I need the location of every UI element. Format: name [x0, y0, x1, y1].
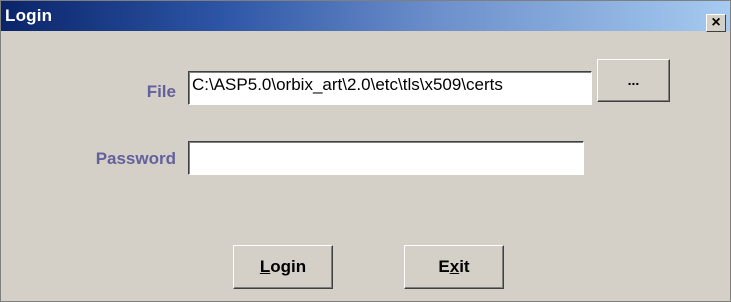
- exit-label-rest: it: [459, 257, 470, 276]
- browse-button[interactable]: ...: [597, 59, 670, 102]
- password-label: Password: [95, 149, 176, 168]
- login-mnemonic: L: [259, 257, 271, 276]
- title-bar[interactable]: Login ×: [1, 1, 730, 32]
- exit-mnemonic: x: [449, 257, 460, 276]
- close-button[interactable]: ×: [706, 14, 726, 32]
- login-button[interactable]: Login: [233, 245, 333, 289]
- exit-button[interactable]: Exit: [404, 245, 504, 289]
- file-label: File: [146, 82, 176, 101]
- exit-label-start: E: [438, 257, 450, 276]
- window-title: Login: [5, 6, 53, 25]
- file-path-input[interactable]: C:\ASP5.0\orbix_art\2.0\etc\tls\x509\cer…: [188, 71, 592, 105]
- login-label-rest: ogin: [270, 257, 307, 276]
- password-input[interactable]: [188, 141, 584, 175]
- login-dialog: Login × File C:\ASP5.0\orbix_art\2.0\etc…: [0, 0, 731, 302]
- close-icon: ×: [711, 14, 721, 31]
